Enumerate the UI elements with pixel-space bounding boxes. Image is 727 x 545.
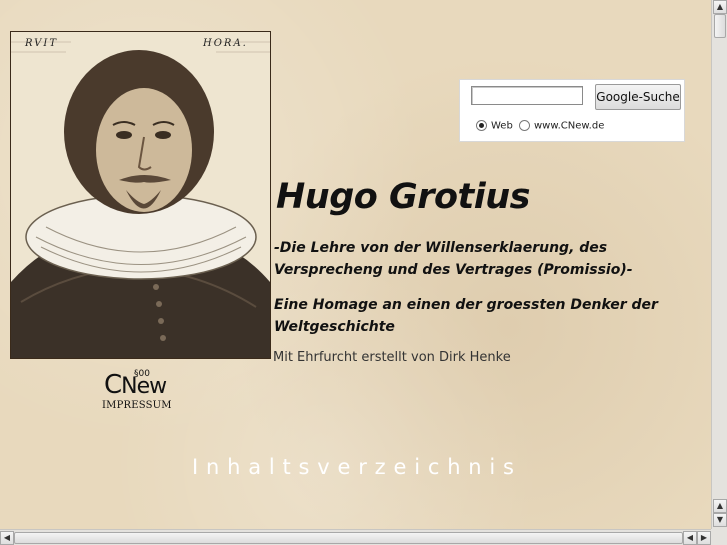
horizontal-scrollbar[interactable]: ◀ ◀ ▶ <box>0 529 711 545</box>
horizontal-scroll-thumb[interactable] <box>14 532 683 544</box>
table-of-contents-link[interactable]: Inhaltsverzeichnis <box>192 455 522 479</box>
impressum-logo-link[interactable]: CNew §00 IMPRESSUM <box>102 369 178 416</box>
logo-superscript: §00 <box>134 369 150 379</box>
scroll-right-arrow-icon[interactable]: ▶ <box>697 531 711 545</box>
radio-web-icon[interactable] <box>476 120 487 131</box>
hugo-grotius-engraving <box>11 32 270 358</box>
portrait-inscription-left: RVIT <box>25 38 59 49</box>
subtitle-homage: Eine Homage an einen der groessten Denke… <box>274 297 658 335</box>
scroll-up-arrow-icon[interactable]: ▲ <box>713 0 727 14</box>
portrait-inscription-right: HORA. <box>203 38 248 49</box>
google-search-box: Google-Suche Web www.CNew.de <box>459 79 685 142</box>
subtitle-doctrine: -Die Lehre von der Willenserklaerung, de… <box>274 240 633 278</box>
vertical-scroll-thumb[interactable] <box>714 14 726 38</box>
radio-web-label: Web <box>491 120 513 132</box>
google-search-button[interactable]: Google-Suche <box>595 84 681 110</box>
scroll-left-arrow-icon[interactable]: ◀ <box>0 531 14 545</box>
scrollbar-corner <box>711 529 727 545</box>
radio-cnew-label: www.CNew.de <box>534 120 605 132</box>
radio-option-cnew[interactable]: www.CNew.de <box>519 120 604 132</box>
author-credit: Mit Ehrfurcht erstellt von Dirk Henke <box>273 350 511 365</box>
scroll-up-arrow-lower-icon[interactable]: ▲ <box>713 499 727 513</box>
radio-option-web[interactable]: Web <box>476 120 513 132</box>
portrait-image: RVIT HORA. <box>10 31 271 359</box>
impressum-label: IMPRESSUM <box>102 400 172 411</box>
page-title: Hugo Grotius <box>276 177 531 217</box>
radio-cnew-icon[interactable] <box>519 120 530 131</box>
logo-mark-prefix: C <box>104 370 122 400</box>
vertical-scrollbar[interactable]: ▲ ▲ ▼ <box>711 0 727 529</box>
scroll-left-arrow-right-icon[interactable]: ◀ <box>683 531 697 545</box>
scroll-down-arrow-icon[interactable]: ▼ <box>713 513 727 527</box>
search-input[interactable] <box>471 86 583 105</box>
